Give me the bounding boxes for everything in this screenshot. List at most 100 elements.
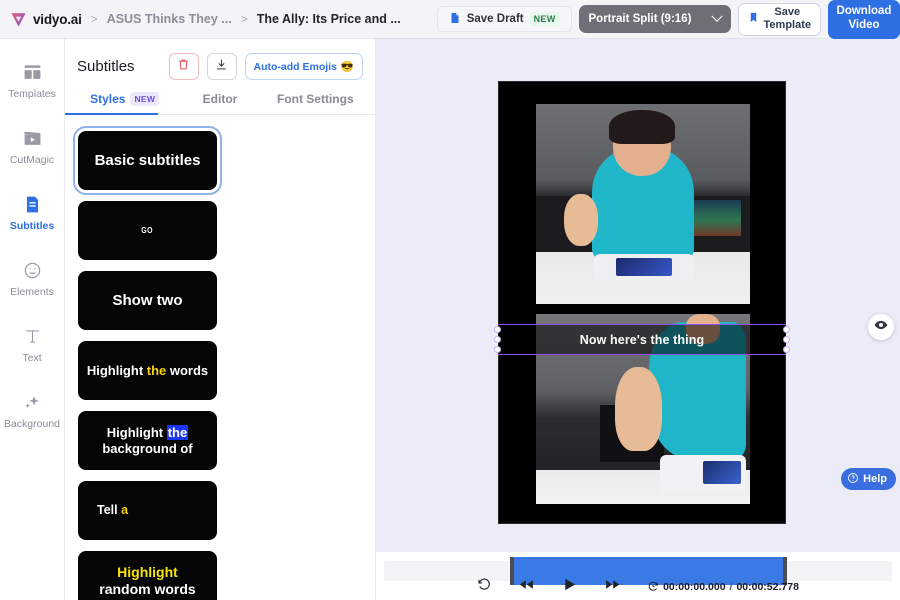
subtitles-panel: Subtitles Auto-add Emojis 😎 Styles NEW E…: [64, 39, 376, 600]
person-hand-2: [615, 367, 663, 451]
breadcrumb-separator-1: >: [90, 12, 98, 26]
handle-dot[interactable]: [494, 326, 501, 333]
auto-add-emojis-button[interactable]: Auto-add Emojis 😎: [244, 53, 363, 80]
left-rail: Templates CutMagic Subtitles Elements Te…: [0, 39, 65, 600]
style-card-tell-a[interactable]: Tell a: [78, 481, 217, 540]
player-bar: 00:00:00.000 / 00:00:52.778: [376, 552, 900, 600]
download-icon: [215, 58, 228, 76]
question-circle-icon: [847, 472, 859, 487]
style-card-show-two[interactable]: Show two: [78, 271, 217, 330]
fast-forward-icon: [604, 576, 621, 598]
delete-subtitles-button[interactable]: [168, 53, 199, 80]
tab-styles-label: Styles: [90, 92, 126, 106]
handle-dot[interactable]: [783, 336, 790, 343]
style-card-highlight-background[interactable]: Highlight the background of: [78, 411, 217, 470]
save-draft-new-badge: NEW: [529, 12, 560, 26]
person-hand: [563, 194, 599, 246]
resize-handles-left[interactable]: [493, 325, 502, 354]
vidyo-logo-icon: [10, 11, 27, 28]
style-label-hl-pre: Highlight: [86, 362, 147, 378]
time-separator: /: [729, 581, 733, 593]
clapperboard-icon: [21, 127, 43, 149]
breadcrumb-item-2[interactable]: The Ally: Its Price and ...: [257, 12, 401, 26]
sidebar-item-background[interactable]: Background: [0, 391, 65, 430]
style-label-random-line2: random words: [99, 580, 196, 597]
toggle-preview-visibility-button[interactable]: [868, 314, 894, 340]
sidebar-item-elements[interactable]: Elements: [0, 259, 65, 298]
sidebar-item-text[interactable]: Text: [0, 325, 65, 364]
current-time: 00:00:00.000: [663, 581, 726, 593]
help-button[interactable]: Help: [841, 468, 896, 490]
handle-dot[interactable]: [783, 326, 790, 333]
sparkle-icon: [21, 391, 43, 413]
panel-header: Subtitles Auto-add Emojis 😎: [65, 39, 375, 80]
handheld-console: [593, 254, 695, 280]
style-card-basic-subtitles[interactable]: Basic subtitles: [73, 126, 222, 195]
save-draft-button[interactable]: Save Draft NEW: [436, 6, 572, 32]
sidebar-label-cutmagic: CutMagic: [9, 154, 55, 166]
style-label-hlbg-pre: Highlight: [106, 425, 167, 441]
download-video-button[interactable]: Download Video: [828, 0, 900, 39]
panel-tabs: Styles NEW Editor Font Settings: [64, 92, 375, 115]
style-card-highlight-random-words[interactable]: Highlight random words: [78, 551, 217, 600]
smiley-icon: [21, 259, 43, 281]
handle-dot[interactable]: [783, 346, 790, 353]
save-template-label-line2: Template: [763, 19, 811, 31]
handheld-console-2: [660, 454, 746, 493]
sidebar-item-cutmagic[interactable]: CutMagic: [0, 127, 65, 166]
text-t-icon: [21, 325, 43, 347]
sidebar-label-background: Background: [3, 418, 61, 430]
sidebar-item-templates[interactable]: Templates: [0, 61, 65, 100]
style-label-basic-subtitles: Basic subtitles: [94, 151, 201, 169]
fast-forward-button[interactable]: [604, 576, 621, 598]
clock-icon: [647, 580, 659, 595]
brand-logo-group[interactable]: vidyo.ai: [0, 11, 82, 28]
tab-styles[interactable]: Styles NEW: [64, 92, 172, 115]
save-template-label-line1: Save: [774, 6, 801, 19]
style-label-show-two: Show two: [112, 291, 183, 309]
tab-editor[interactable]: Editor: [172, 92, 267, 114]
sidebar-item-subtitles[interactable]: Subtitles: [0, 193, 65, 232]
trash-icon: [177, 58, 190, 76]
video-top-clip: [536, 104, 750, 304]
tab-editor-label: Editor: [202, 92, 238, 106]
save-draft-label: Save Draft: [466, 13, 524, 25]
save-template-button[interactable]: Save Template: [737, 2, 821, 36]
tab-font-settings[interactable]: Font Settings: [268, 92, 363, 114]
subtitle-overlay[interactable]: Now here's the thing: [494, 324, 790, 355]
breadcrumb-item-1[interactable]: ASUS Thinks They ...: [107, 12, 232, 26]
chevron-down-icon: [710, 10, 723, 22]
handle-dot[interactable]: [494, 346, 501, 353]
style-label-hl-highlight: the: [146, 362, 167, 378]
resize-handles-right[interactable]: [782, 325, 791, 354]
top-bar: vidyo.ai > ASUS Thinks They ... > The Al…: [0, 0, 900, 39]
total-time: 00:00:52.778: [736, 581, 799, 593]
breadcrumb-separator-2: >: [240, 12, 248, 26]
style-card-highlight-the-words[interactable]: Highlight the words: [78, 341, 217, 400]
style-label-tell-pre: Tell: [97, 503, 122, 518]
page-title: Subtitles: [77, 58, 135, 75]
document-icon: [21, 193, 43, 215]
handle-dot[interactable]: [494, 336, 501, 343]
restart-button[interactable]: [477, 577, 492, 597]
restart-icon: [477, 577, 492, 597]
file-icon: [449, 12, 461, 27]
brand-name: vidyo.ai: [33, 11, 82, 27]
sidebar-label-elements: Elements: [10, 286, 54, 298]
play-button[interactable]: [561, 576, 578, 598]
style-card-go[interactable]: GO: [78, 201, 217, 260]
tab-styles-new-badge: NEW: [130, 92, 160, 106]
player-controls: 00:00:00.000 / 00:00:52.778: [376, 576, 900, 598]
style-label-hl-post: words: [166, 362, 209, 378]
style-label-go: GO: [141, 225, 154, 236]
download-label-line2: Video: [848, 19, 880, 31]
rewind-button[interactable]: [518, 576, 535, 598]
timecode-display: 00:00:00.000 / 00:00:52.778: [647, 580, 799, 595]
video-preview-frame[interactable]: [498, 81, 786, 524]
aspect-ratio-select[interactable]: Portrait Split (9:16): [578, 5, 731, 33]
style-label-random-highlight: Highlight: [117, 563, 178, 580]
download-subtitles-button[interactable]: [206, 53, 237, 80]
eye-icon: [874, 318, 888, 337]
preview-canvas: Now here's the thing Help: [376, 39, 900, 552]
subtitle-styles-grid: Basic subtitles GO Show two Highlight th…: [65, 115, 375, 600]
